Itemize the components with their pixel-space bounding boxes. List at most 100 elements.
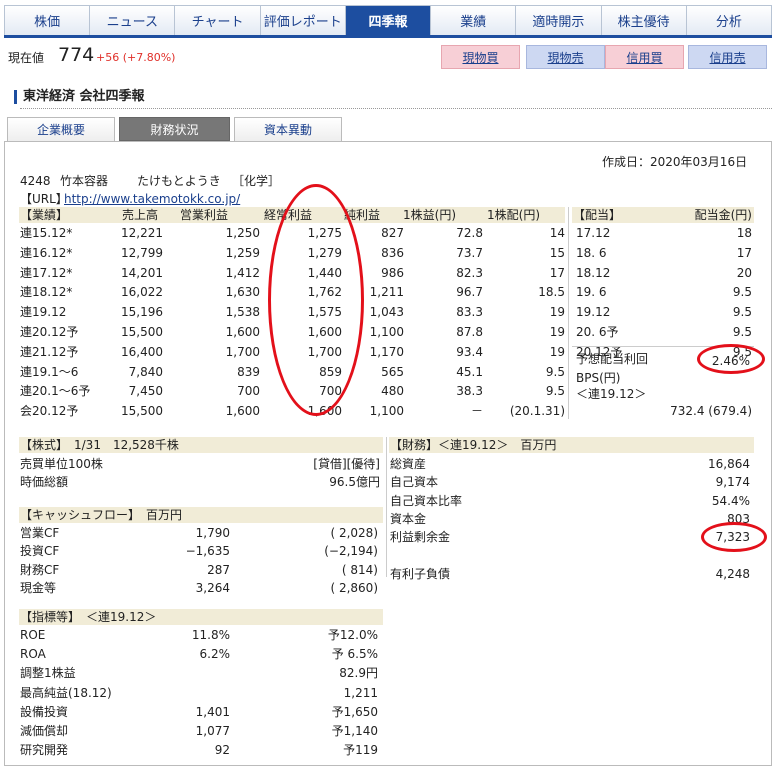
bps-basis: ＜連19.12＞ bbox=[576, 387, 647, 401]
stock-header: 【株式】 1/31 12,528千株 bbox=[20, 438, 179, 452]
results-cell: 82.3 bbox=[456, 265, 483, 280]
results-cell: 700 bbox=[237, 384, 260, 399]
dividend-amount: 9.5 bbox=[732, 325, 752, 339]
indicator-value: 1,077 bbox=[195, 724, 230, 738]
dividend-period: 18.12 bbox=[576, 265, 611, 280]
indicator-label: 減価償却 bbox=[20, 724, 69, 738]
tab-company-overview[interactable]: 企業概要 bbox=[7, 117, 115, 141]
results-cell: 16,022 bbox=[121, 285, 163, 300]
nav-tab-7[interactable]: 株主優待 bbox=[601, 6, 687, 35]
results-cell: 15 bbox=[549, 245, 565, 260]
company-url-link[interactable]: http://www.takemotokk.co.jp/ bbox=[64, 191, 240, 207]
finance-value: 9,174 bbox=[715, 475, 750, 490]
results-cell: 16,400 bbox=[121, 344, 163, 359]
finance-label: 自己資本比率 bbox=[390, 493, 463, 508]
results-cell: 73.7 bbox=[456, 245, 483, 260]
dividend-period: 19. 6 bbox=[576, 285, 607, 300]
indicator-forecast: 予12.0% bbox=[327, 628, 378, 642]
results-cell: 12,221 bbox=[121, 226, 163, 240]
results-cell: 1,600 bbox=[225, 404, 260, 419]
cashflow-value: −1,635 bbox=[185, 544, 230, 559]
dividend-period: 20. 6予 bbox=[576, 325, 619, 339]
indicator-value: 11.8% bbox=[191, 628, 230, 642]
results-cell: 1,259 bbox=[225, 245, 260, 260]
tab-capital-changes[interactable]: 資本異動 bbox=[234, 117, 342, 141]
annotation-circle-ordinary-profit bbox=[268, 184, 364, 416]
dividend-amount: 20 bbox=[736, 265, 752, 280]
results-header-2: 営業利益 bbox=[180, 208, 229, 222]
results-row-label: 連21.12予 bbox=[20, 344, 79, 359]
nav-tab-1[interactable]: ニュース bbox=[90, 6, 176, 35]
results-cell: 83.3 bbox=[456, 305, 483, 320]
cashflow-prev: ( 2,860) bbox=[330, 580, 378, 595]
indicator-forecast: 予1,650 bbox=[331, 704, 378, 719]
indicator-value: 92 bbox=[214, 743, 230, 758]
price-change: +56 (+7.80%) bbox=[96, 51, 176, 64]
indicator-forecast: 1,211 bbox=[343, 685, 378, 700]
stock-value: [貸借][優待] bbox=[313, 457, 380, 471]
annotation-circle-retained-earnings bbox=[701, 522, 767, 552]
results-cell: 19 bbox=[549, 344, 565, 359]
nav-underline bbox=[4, 35, 772, 38]
annotation-circle-yield bbox=[697, 344, 765, 374]
indicator-value: 6.2% bbox=[199, 647, 231, 662]
current-price-label: 現在値 bbox=[8, 51, 45, 65]
cashflow-header: 【キャッシュフロー】 百万円 bbox=[20, 508, 183, 522]
company-name: 竹本容器 bbox=[60, 174, 109, 188]
results-cell: 38.3 bbox=[456, 384, 483, 399]
results-cell: 1,100 bbox=[369, 404, 404, 419]
dividend-amount: 9.5 bbox=[732, 305, 752, 320]
results-row-label: 連19.12 bbox=[20, 305, 67, 320]
results-dividend-divider bbox=[568, 207, 569, 419]
results-row-label: 連15.12* bbox=[20, 226, 73, 240]
company-kana: たけもとようき bbox=[137, 174, 221, 188]
spot-sell-button[interactable]: 現物売 bbox=[526, 45, 605, 69]
results-row-label: 連18.12* bbox=[20, 285, 73, 300]
finance-label: 資本金 bbox=[390, 511, 427, 526]
results-cell: 7,450 bbox=[128, 384, 163, 399]
results-cell: 1,600 bbox=[225, 325, 260, 339]
dividend-amount: 18 bbox=[736, 226, 752, 240]
stock-label: 時価総額 bbox=[20, 475, 69, 489]
results-cell: 72.8 bbox=[456, 226, 483, 240]
results-cell: 1,412 bbox=[225, 265, 260, 280]
dividend-period: 19.12 bbox=[576, 305, 611, 320]
indicator-forecast: 82.9円 bbox=[339, 666, 378, 681]
results-header-6: 1株配(円) bbox=[487, 208, 540, 222]
results-cell: 1,700 bbox=[225, 344, 260, 359]
stock-value: 96.5億円 bbox=[329, 475, 380, 489]
nav-tab-2[interactable]: チャート bbox=[175, 6, 261, 35]
nav-tab-4[interactable]: 四季報 bbox=[345, 6, 432, 35]
cashflow-value: 287 bbox=[207, 562, 230, 577]
results-cell: 45.1 bbox=[456, 364, 483, 379]
results-header-1: 売上高 bbox=[122, 208, 159, 222]
nav-tab-8[interactable]: 分析 bbox=[686, 6, 771, 35]
spot-buy-button[interactable]: 現物買 bbox=[441, 45, 520, 69]
indicators-header: 【指標等】 ＜連19.12＞ bbox=[20, 610, 157, 624]
nav-tab-0[interactable]: 株価 bbox=[5, 6, 91, 35]
indicator-label: 研究開発 bbox=[20, 743, 69, 758]
dividend-header-1: 配当金(円) bbox=[694, 208, 752, 222]
finance-value: 54.4% bbox=[711, 493, 750, 508]
cashflow-label: 現金等 bbox=[20, 580, 57, 595]
current-price-value: 774 bbox=[58, 44, 95, 66]
cashflow-value: 1,790 bbox=[195, 526, 230, 540]
nav-tab-3[interactable]: 評価レポート bbox=[260, 6, 346, 35]
results-row-label: 会20.12予 bbox=[20, 404, 79, 419]
section-title: 東洋経済 会社四季報 bbox=[14, 90, 145, 104]
tab-financial-status[interactable]: 財務状況 bbox=[119, 117, 230, 141]
results-cell: 93.4 bbox=[456, 344, 483, 359]
cashflow-value: 3,264 bbox=[195, 580, 230, 595]
dividend-amount: 17 bbox=[736, 245, 752, 260]
indicator-label: ROA bbox=[20, 647, 46, 662]
results-cell: 839 bbox=[237, 364, 260, 379]
stock-label: 売買単位100株 bbox=[20, 457, 103, 471]
margin-buy-button[interactable]: 信用買 bbox=[605, 45, 684, 69]
margin-sell-button[interactable]: 信用売 bbox=[688, 45, 767, 69]
nav-tab-5[interactable]: 業績 bbox=[431, 6, 517, 35]
industry: ［化学］ bbox=[232, 174, 281, 188]
nav-tab-6[interactable]: 適時開示 bbox=[516, 6, 602, 35]
results-cell: 19 bbox=[549, 325, 565, 339]
indicator-forecast: 予1,140 bbox=[331, 724, 378, 738]
results-cell: 9.5 bbox=[545, 384, 565, 399]
